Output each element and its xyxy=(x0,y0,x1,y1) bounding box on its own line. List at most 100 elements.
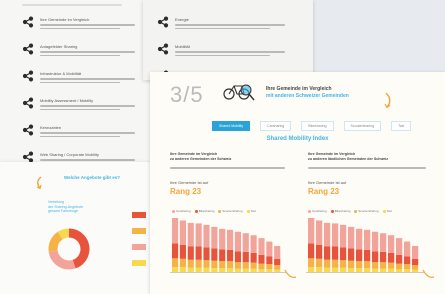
header-subtitle: mit anderen Schweizer Gemeinden xyxy=(266,93,349,99)
legend-swatch xyxy=(132,260,146,266)
bar-segment xyxy=(266,269,273,272)
legend-dot xyxy=(354,209,358,213)
tab-taxi[interactable]: Taxi xyxy=(391,121,412,131)
tab-scootersharing[interactable]: Scootersharing xyxy=(343,121,382,131)
bar-segment xyxy=(324,246,331,260)
bar-segment xyxy=(187,259,194,268)
list-item: Energie xyxy=(157,16,285,30)
bar-segment xyxy=(274,245,281,259)
bar-segment xyxy=(203,247,210,261)
bar-segment xyxy=(179,267,186,272)
bar-segment xyxy=(179,245,186,259)
bar-segment xyxy=(258,263,265,270)
bar-segment xyxy=(195,246,202,260)
caption-line: gesamt Fahrzeuge xyxy=(48,209,78,213)
bar-segment xyxy=(219,249,226,262)
legend-swatch xyxy=(132,244,146,250)
bar-segment xyxy=(250,252,257,263)
bar-segment xyxy=(380,233,387,252)
bar-segment xyxy=(404,264,411,270)
bar-segment xyxy=(340,247,347,261)
bar-segment xyxy=(234,262,241,269)
list-item-title: Infrastruktur & Mobilität xyxy=(40,71,82,76)
legend-label: Carsharing xyxy=(312,209,327,213)
bicycle-magnifier-icon xyxy=(223,84,255,101)
bar-segment xyxy=(404,241,411,257)
bar-segment xyxy=(234,251,241,263)
bar-segment xyxy=(179,220,186,245)
step-indicator: 3/5 xyxy=(170,82,204,107)
bar-segment xyxy=(340,260,347,268)
legend-label: Taxi xyxy=(386,209,392,213)
legend-item: Bikesharing xyxy=(330,209,351,213)
bar-segment xyxy=(172,258,179,268)
bar-segment xyxy=(242,268,249,272)
bar-segment xyxy=(332,259,339,268)
bar-segment xyxy=(308,258,315,268)
bar-segment xyxy=(258,238,265,255)
rule xyxy=(170,167,285,169)
bar-segment xyxy=(242,251,249,263)
bar-segment xyxy=(179,258,186,268)
bar-segment xyxy=(388,262,395,269)
legend-item: Scootersharing xyxy=(218,209,243,213)
bar-segment xyxy=(332,223,339,247)
curved-arrow-icon xyxy=(384,92,391,109)
tab-shared-mobility[interactable]: Shared Mobility xyxy=(212,121,251,131)
bar-segment xyxy=(348,268,355,272)
bar-segment xyxy=(266,241,273,257)
bar-segment xyxy=(396,263,403,270)
stacked-bar-chart xyxy=(306,218,424,273)
bar-segment xyxy=(211,268,218,272)
bar-segment xyxy=(316,267,323,272)
bar-segment xyxy=(404,269,411,272)
list-item: Anlagefelder Sharing xyxy=(22,43,135,57)
bar-segment xyxy=(324,259,331,268)
list-item-title: Energie xyxy=(175,17,189,22)
bar-segment xyxy=(396,254,403,264)
section-title: Shared Mobility Index xyxy=(266,136,329,142)
bar-segment xyxy=(412,258,419,266)
bar-segment xyxy=(356,228,363,250)
legend-item: Carsharing xyxy=(172,209,191,213)
bar-segment xyxy=(258,269,265,272)
legend-dot xyxy=(382,209,386,213)
bar-segment xyxy=(227,268,234,272)
share-nodes-icon xyxy=(22,97,34,109)
bar-segment xyxy=(396,238,403,255)
bar-segment xyxy=(211,260,218,269)
main-document-page: 3/5 Ihre Gemeinde im Vergleich mit ander… xyxy=(150,72,445,294)
chart-heading-line: zu anderen Gemeinden der Schweiz xyxy=(170,156,232,161)
bar-segment xyxy=(324,267,331,272)
bar-segment xyxy=(187,246,194,260)
bar-segment xyxy=(348,226,355,249)
bar-segment xyxy=(380,251,387,263)
legend-label: Bikesharing xyxy=(334,209,351,213)
tab-bikesharing[interactable]: Bikesharing xyxy=(301,121,334,131)
tab-carsharing[interactable]: Carsharing xyxy=(260,121,292,131)
list-item: Kennzahlen xyxy=(22,124,135,138)
legend-item: Carsharing xyxy=(308,209,327,213)
bar-segment xyxy=(316,258,323,268)
bar-segment xyxy=(412,269,419,272)
bar-segment xyxy=(242,262,249,269)
bar-segment xyxy=(227,261,234,269)
bar-segment xyxy=(219,228,226,250)
stacked-bar-chart xyxy=(170,218,286,273)
bar-segment xyxy=(340,267,347,272)
bar-segment xyxy=(274,258,281,266)
list-item-title: Kennzahlen xyxy=(40,125,62,130)
bar-segment xyxy=(348,248,355,261)
legend-item: Taxi xyxy=(382,209,392,213)
bar-segment xyxy=(308,243,315,259)
bottom-left-document-page: Welche Angebote gibt es? Verteilung der … xyxy=(0,162,160,294)
bar-segment xyxy=(388,252,395,263)
share-nodes-icon xyxy=(22,70,34,82)
legend-label: Carsharing xyxy=(176,209,191,213)
bar-segment xyxy=(308,218,315,244)
bar-segment xyxy=(388,235,395,253)
header-rule xyxy=(22,4,122,6)
bar-segment xyxy=(372,268,379,272)
list-item-title: Mobilität xyxy=(175,44,190,49)
legend-dot xyxy=(246,209,250,213)
